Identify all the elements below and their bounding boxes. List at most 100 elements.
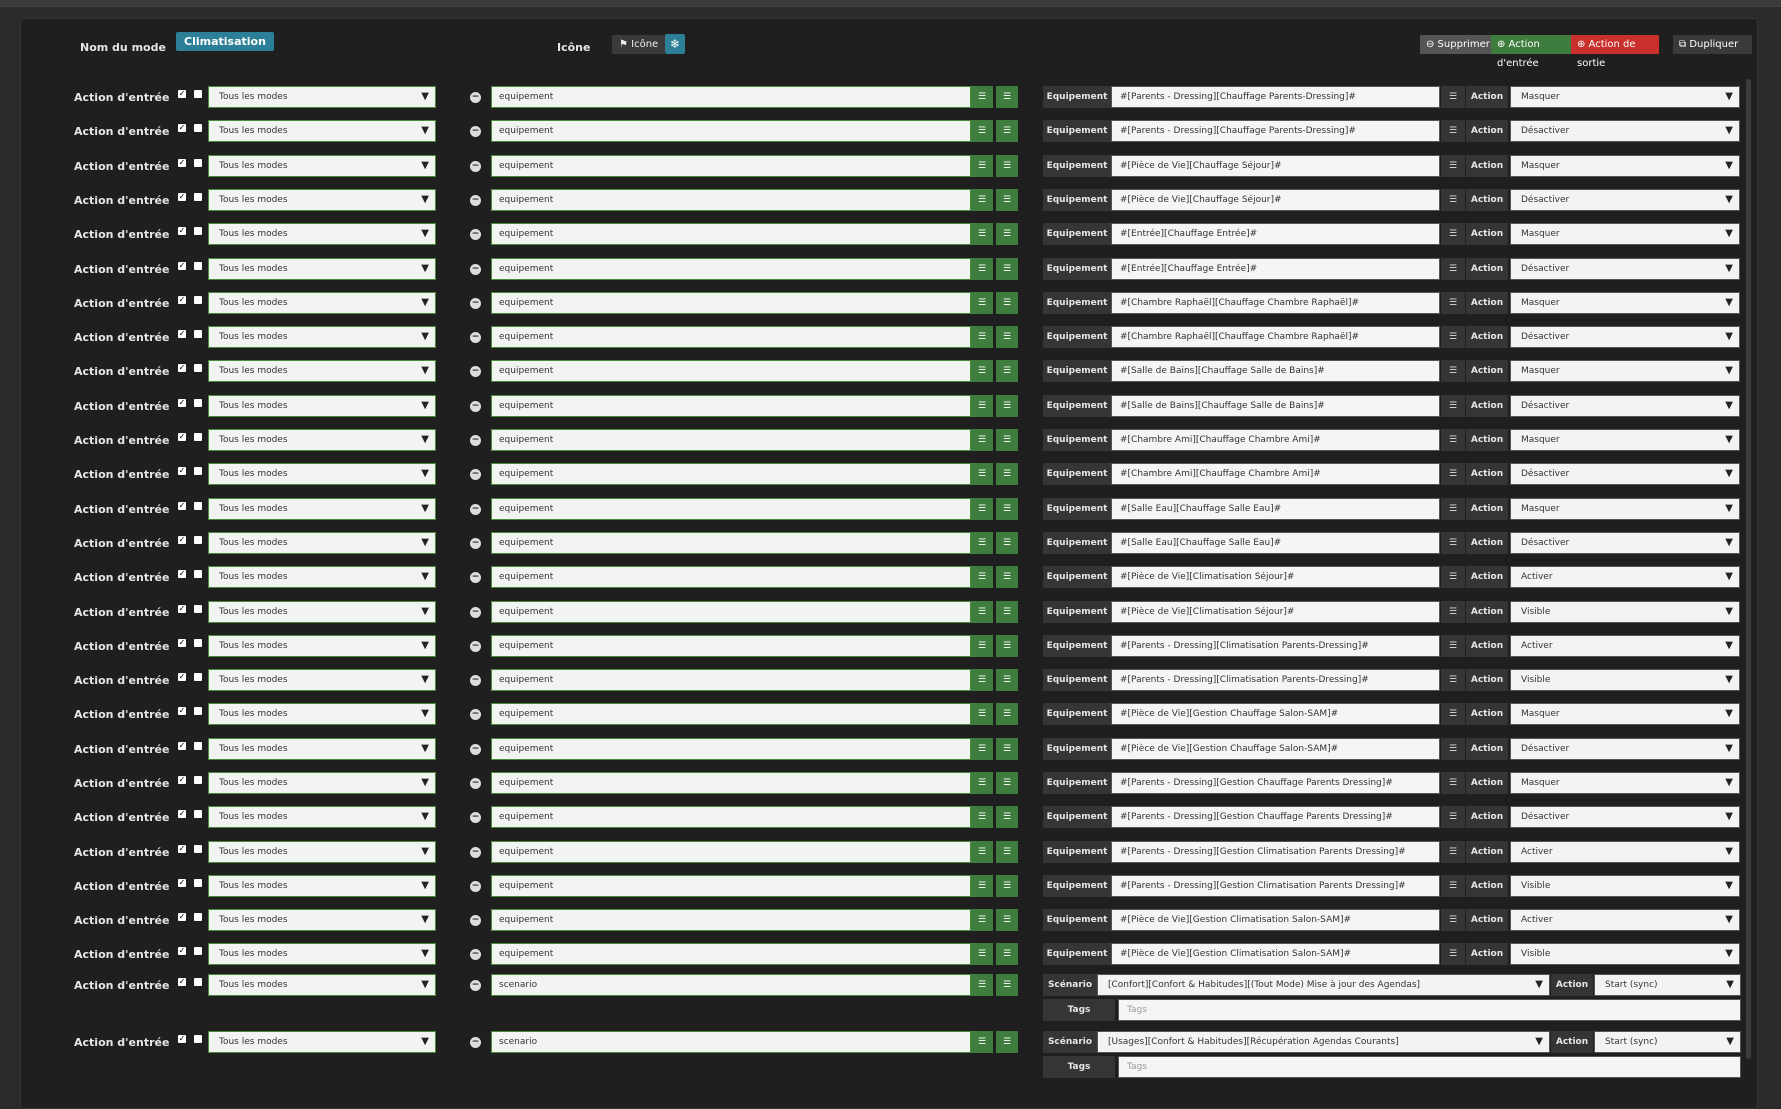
enable-checkbox[interactable]: ✓ <box>178 1035 186 1043</box>
action-select[interactable]: Visible ▼ <box>1510 943 1740 965</box>
background-checkbox[interactable] <box>194 536 202 544</box>
equipment-input[interactable]: #[Salle Eau][Chauffage Salle Eau]# <box>1111 498 1440 520</box>
enable-checkbox[interactable]: ✓ <box>178 913 186 921</box>
list-icon[interactable]: ☰ <box>1441 909 1465 931</box>
equipment-input[interactable]: #[Pièce de Vie][Chauffage Séjour]# <box>1111 155 1440 177</box>
enable-checkbox[interactable]: ✓ <box>178 467 186 475</box>
action-select[interactable]: Désactiver ▼ <box>1510 395 1740 417</box>
equipment-input[interactable]: #[Chambre Ami][Chauffage Chambre Ami]# <box>1111 463 1440 485</box>
list-icon[interactable]: ☰ <box>971 1031 993 1053</box>
command-input[interactable]: equipement <box>491 498 971 520</box>
modes-select[interactable]: Tous les modes ▼ <box>208 223 436 245</box>
modes-select[interactable]: Tous les modes ▼ <box>208 189 436 211</box>
list-icon[interactable]: ☰ <box>1441 223 1465 245</box>
action-select[interactable]: Masquer ▼ <box>1510 155 1740 177</box>
list-icon[interactable]: ☰ <box>1441 841 1465 863</box>
modes-select[interactable]: Tous les modes ▼ <box>208 155 436 177</box>
equipment-input[interactable]: #[Entrée][Chauffage Entrée]# <box>1111 258 1440 280</box>
scenario-action-select[interactable]: Start (sync) ▼ <box>1594 1031 1741 1053</box>
equipment-input[interactable]: #[Salle de Bains][Chauffage Salle de Bai… <box>1111 360 1440 382</box>
enable-checkbox[interactable]: ✓ <box>178 433 186 441</box>
list-alt-icon[interactable]: ☰ <box>996 498 1018 520</box>
list-icon[interactable]: ☰ <box>971 974 993 996</box>
list-alt-icon[interactable]: ☰ <box>996 772 1018 794</box>
list-icon[interactable]: ☰ <box>1441 498 1465 520</box>
modes-select[interactable]: Tous les modes ▼ <box>208 86 436 108</box>
modes-select[interactable]: Tous les modes ▼ <box>208 429 436 451</box>
scenario-select[interactable]: [Usages][Confort & Habitudes][Récupérati… <box>1097 1031 1550 1053</box>
list-alt-icon[interactable]: ☰ <box>996 155 1018 177</box>
equipment-input[interactable]: #[Pièce de Vie][Gestion Chauffage Salon-… <box>1111 703 1440 725</box>
equipment-input[interactable]: #[Pièce de Vie][Climatisation Séjour]# <box>1111 601 1440 623</box>
scenario-select[interactable]: [Confort][Confort & Habitudes][(Tout Mod… <box>1097 974 1550 996</box>
list-alt-icon[interactable]: ☰ <box>996 841 1018 863</box>
list-alt-icon[interactable]: ☰ <box>996 395 1018 417</box>
action-select[interactable]: Masquer ▼ <box>1510 292 1740 314</box>
list-icon[interactable]: ☰ <box>971 738 993 760</box>
background-checkbox[interactable] <box>194 262 202 270</box>
list-alt-icon[interactable]: ☰ <box>996 601 1018 623</box>
list-icon[interactable]: ☰ <box>1441 772 1465 794</box>
remove-icon[interactable]: − <box>470 298 481 309</box>
enable-checkbox[interactable]: ✓ <box>178 536 186 544</box>
enable-checkbox[interactable]: ✓ <box>178 673 186 681</box>
list-icon[interactable]: ☰ <box>1441 532 1465 554</box>
remove-icon[interactable]: − <box>470 915 481 926</box>
equipment-input[interactable]: #[Pièce de Vie][Climatisation Séjour]# <box>1111 566 1440 588</box>
equipment-input[interactable]: #[Chambre Ami][Chauffage Chambre Ami]# <box>1111 429 1440 451</box>
remove-icon[interactable]: − <box>470 980 481 991</box>
command-input[interactable]: equipement <box>491 635 971 657</box>
remove-icon[interactable]: − <box>470 881 481 892</box>
equipment-input[interactable]: #[Pièce de Vie][Gestion Chauffage Salon-… <box>1111 738 1440 760</box>
list-alt-icon[interactable]: ☰ <box>996 974 1018 996</box>
action-select[interactable]: Masquer ▼ <box>1510 772 1740 794</box>
equipment-input[interactable]: #[Parents - Dressing][Climatisation Pare… <box>1111 669 1440 691</box>
remove-icon[interactable]: − <box>470 744 481 755</box>
modes-select[interactable]: Tous les modes ▼ <box>208 498 436 520</box>
equipment-input[interactable]: #[Salle Eau][Chauffage Salle Eau]# <box>1111 532 1440 554</box>
command-input[interactable]: equipement <box>491 86 971 108</box>
action-select[interactable]: Désactiver ▼ <box>1510 120 1740 142</box>
enable-checkbox[interactable]: ✓ <box>178 605 186 613</box>
modes-select[interactable]: Tous les modes ▼ <box>208 258 436 280</box>
list-icon[interactable]: ☰ <box>1441 360 1465 382</box>
command-input[interactable]: equipement <box>491 258 971 280</box>
command-input[interactable]: equipement <box>491 189 971 211</box>
equipment-input[interactable]: #[Parents - Dressing][Climatisation Pare… <box>1111 635 1440 657</box>
modes-select[interactable]: Tous les modes ▼ <box>208 943 436 965</box>
enable-checkbox[interactable]: ✓ <box>178 879 186 887</box>
list-alt-icon[interactable]: ☰ <box>996 223 1018 245</box>
background-checkbox[interactable] <box>194 296 202 304</box>
background-checkbox[interactable] <box>194 978 202 986</box>
enable-checkbox[interactable]: ✓ <box>178 502 186 510</box>
command-input[interactable]: equipement <box>491 532 971 554</box>
modes-select[interactable]: Tous les modes ▼ <box>208 875 436 897</box>
enable-checkbox[interactable]: ✓ <box>178 364 186 372</box>
equipment-input[interactable]: #[Parents - Dressing][Chauffage Parents-… <box>1111 86 1440 108</box>
command-input[interactable]: equipement <box>491 601 971 623</box>
list-icon[interactable]: ☰ <box>1441 258 1465 280</box>
background-checkbox[interactable] <box>194 90 202 98</box>
action-select[interactable]: Masquer ▼ <box>1510 223 1740 245</box>
modes-select[interactable]: Tous les modes ▼ <box>208 292 436 314</box>
list-icon[interactable]: ☰ <box>1441 806 1465 828</box>
list-icon[interactable]: ☰ <box>971 86 993 108</box>
background-checkbox[interactable] <box>194 399 202 407</box>
action-select[interactable]: Visible ▼ <box>1510 875 1740 897</box>
list-alt-icon[interactable]: ☰ <box>996 703 1018 725</box>
enable-checkbox[interactable]: ✓ <box>178 159 186 167</box>
action-select[interactable]: Activer ▼ <box>1510 909 1740 931</box>
modes-select[interactable]: Tous les modes ▼ <box>208 772 436 794</box>
background-checkbox[interactable] <box>194 330 202 338</box>
list-alt-icon[interactable]: ☰ <box>996 429 1018 451</box>
list-icon[interactable]: ☰ <box>1441 292 1465 314</box>
action-select[interactable]: Activer ▼ <box>1510 635 1740 657</box>
list-icon[interactable]: ☰ <box>971 566 993 588</box>
list-icon[interactable]: ☰ <box>1441 635 1465 657</box>
modes-select[interactable]: Tous les modes ▼ <box>208 738 436 760</box>
list-icon[interactable]: ☰ <box>971 669 993 691</box>
background-checkbox[interactable] <box>194 570 202 578</box>
action-select[interactable]: Désactiver ▼ <box>1510 189 1740 211</box>
background-checkbox[interactable] <box>194 742 202 750</box>
enable-checkbox[interactable]: ✓ <box>178 330 186 338</box>
